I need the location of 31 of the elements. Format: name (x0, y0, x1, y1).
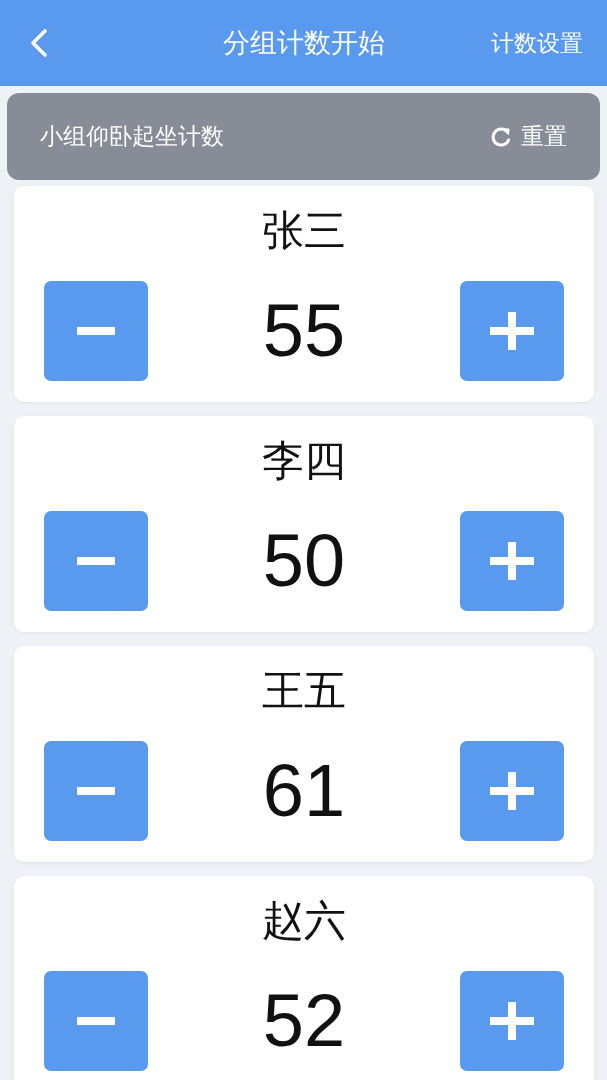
minus-icon (77, 327, 115, 335)
plus-icon (490, 1002, 534, 1040)
plus-icon (490, 542, 534, 580)
group-title: 小组仰卧起坐计数 (40, 122, 224, 151)
count-value: 50 (262, 518, 346, 604)
count-value: 55 (262, 288, 346, 374)
increment-button[interactable] (460, 741, 564, 841)
minus-icon (77, 557, 115, 565)
decrement-button[interactable] (44, 511, 148, 611)
page-title: 分组计数开始 (221, 26, 386, 60)
person-name: 李四 (262, 435, 346, 487)
back-button[interactable] (30, 28, 48, 58)
refresh-icon (490, 125, 512, 148)
back-chevron-icon (30, 28, 48, 58)
minus-icon (77, 787, 115, 795)
increment-button[interactable] (460, 971, 564, 1071)
increment-button[interactable] (460, 511, 564, 611)
count-value: 52 (262, 978, 346, 1064)
decrement-button[interactable] (44, 741, 148, 841)
minus-icon (77, 1017, 115, 1025)
count-value: 61 (262, 748, 346, 834)
plus-icon (490, 772, 534, 810)
increment-button[interactable] (460, 281, 564, 381)
decrement-button[interactable] (44, 281, 148, 381)
reset-button[interactable]: 重置 (490, 121, 567, 152)
person-name: 王五 (262, 665, 346, 717)
person-name: 张三 (262, 205, 346, 257)
plus-icon (490, 312, 534, 350)
person-name: 赵六 (262, 895, 346, 947)
decrement-button[interactable] (44, 971, 148, 1071)
count-settings-button[interactable]: 计数设置 (491, 27, 583, 59)
